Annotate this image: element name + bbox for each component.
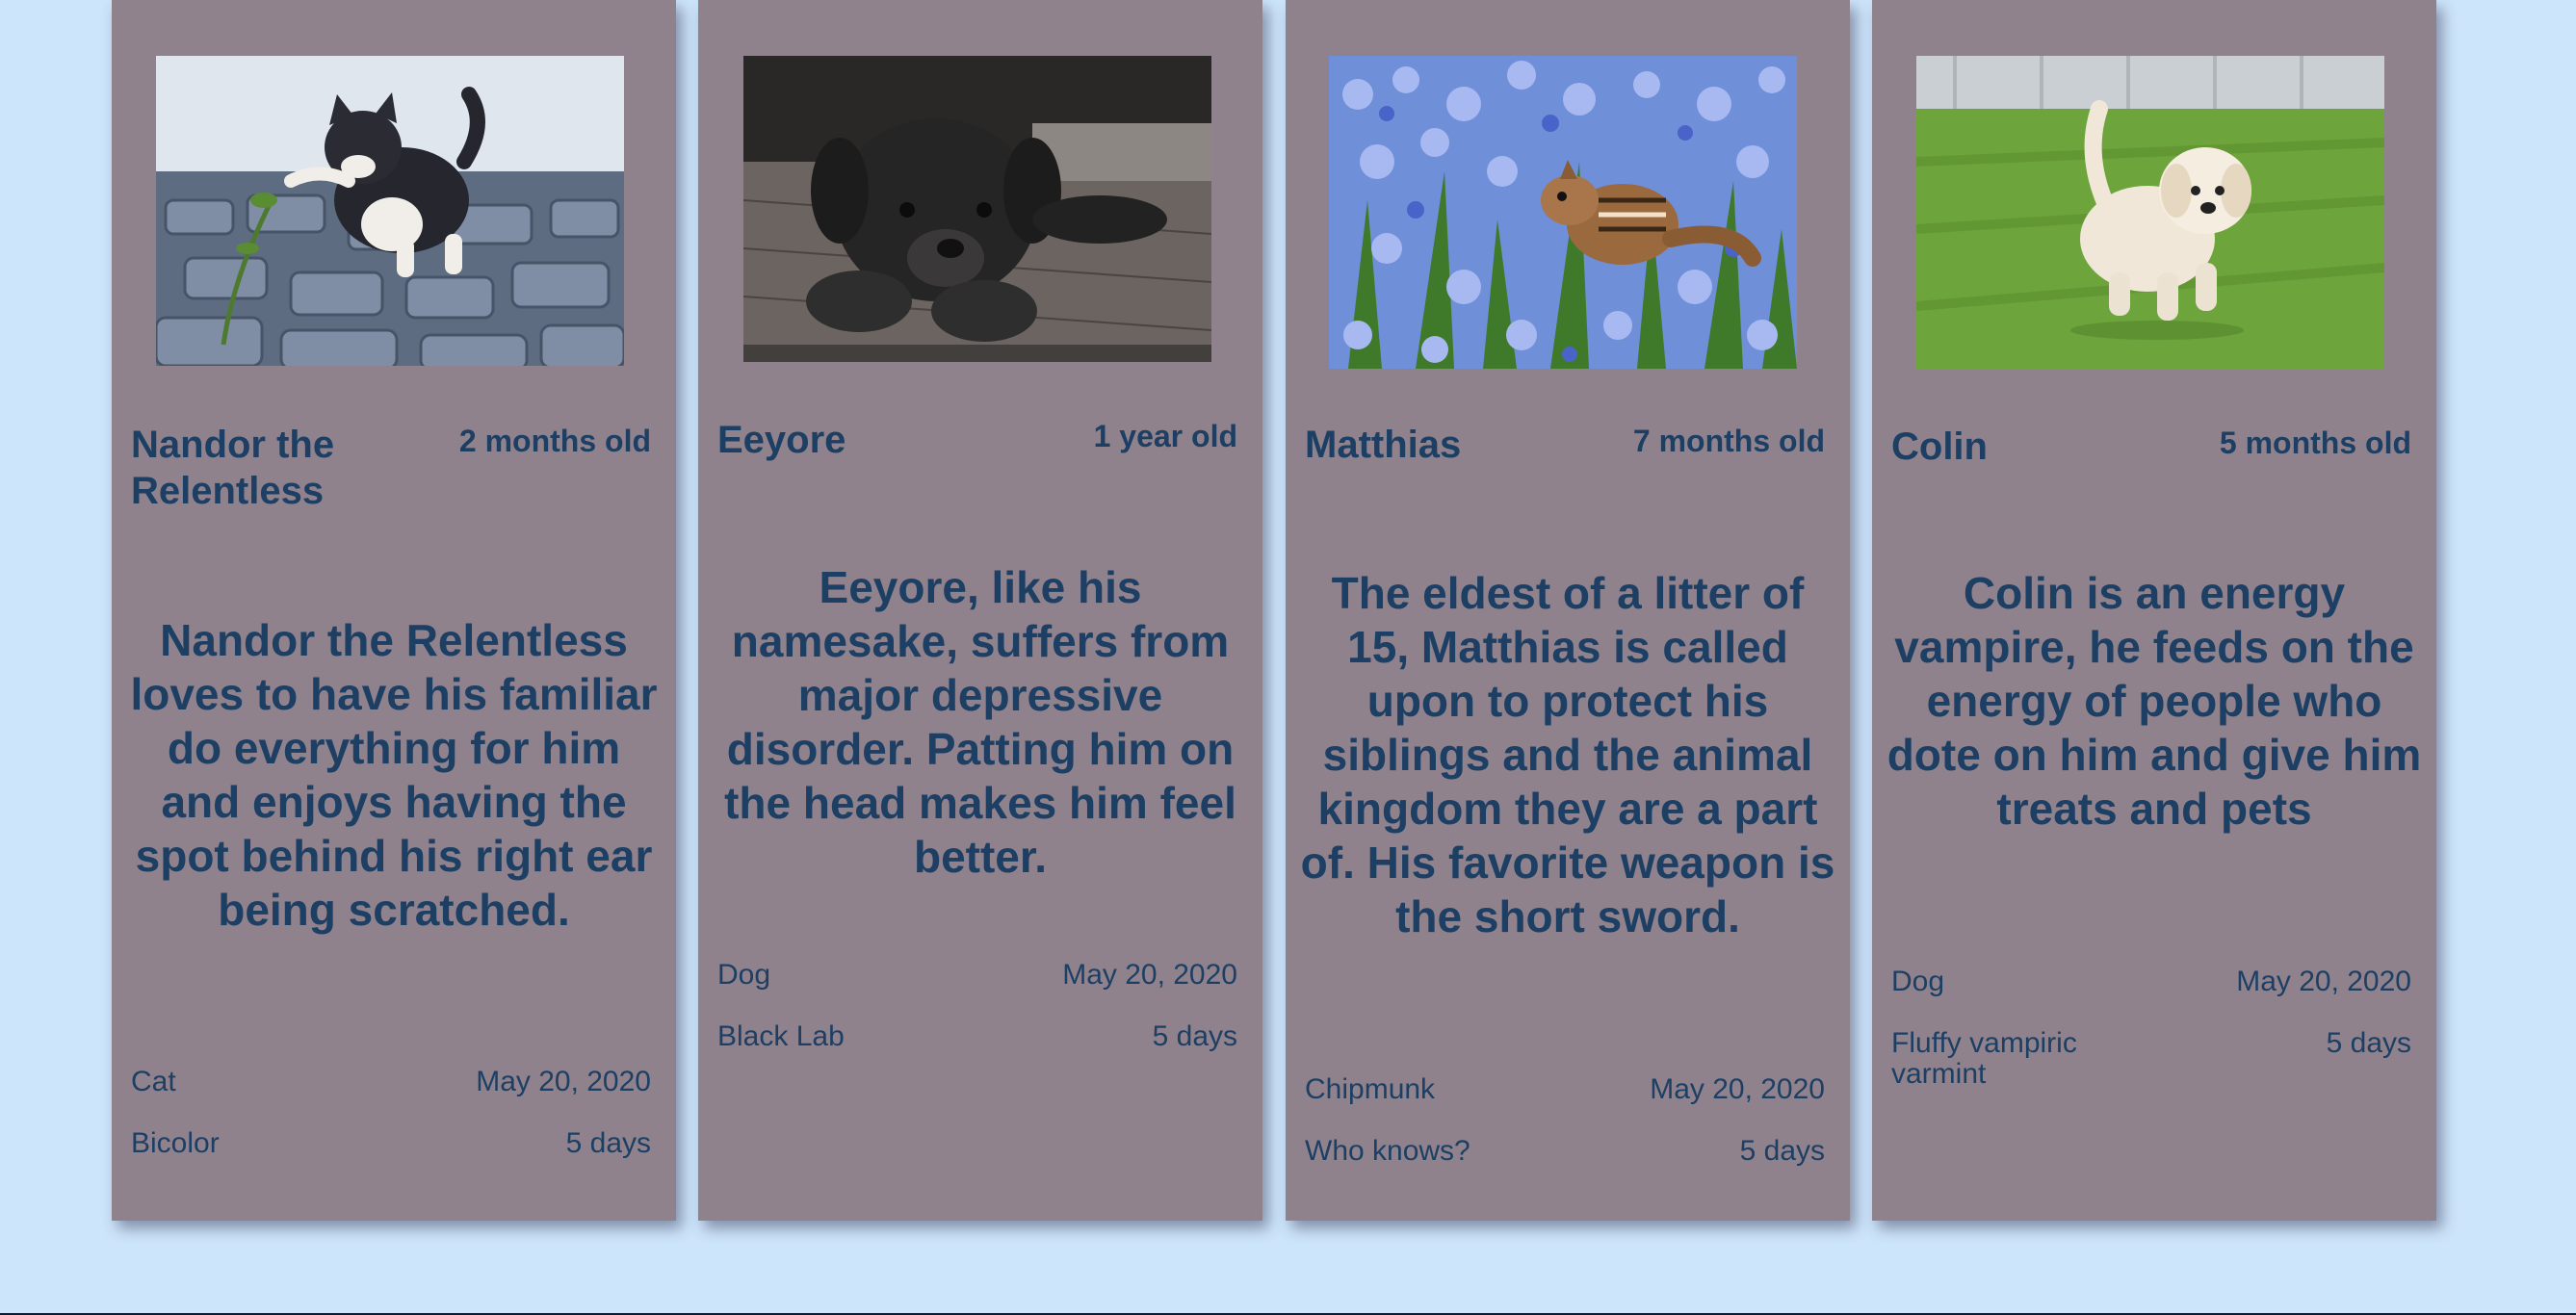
pet-species: Chipmunk [1305, 1073, 1436, 1105]
pet-breed: Bicolor [131, 1127, 220, 1159]
pet-info-row: Who knows? 5 days [1305, 1136, 1825, 1167]
pet-species: Cat [131, 1066, 176, 1097]
pet-breed: Black Lab [717, 1020, 845, 1052]
pet-info-row: Fluffy vampiric varmint 5 days [1891, 1028, 2411, 1090]
pet-age: 5 months old [2219, 425, 2411, 460]
pet-date: May 20, 2020 [476, 1066, 651, 1097]
pet-species: Dog [1891, 966, 1945, 997]
pet-photo [1916, 56, 2384, 369]
pet-date: May 20, 2020 [1062, 959, 1237, 991]
pet-header: Eeyore 1 year old [717, 417, 1237, 463]
pet-duration: 5 days [565, 1127, 651, 1159]
pet-card[interactable]: Eeyore 1 year old Eeyore, like his names… [698, 0, 1262, 1221]
pet-info-row: Bicolor 5 days [131, 1128, 651, 1159]
pet-photo [743, 56, 1211, 362]
pet-card[interactable]: Matthias 7 months old The eldest of a li… [1286, 0, 1850, 1221]
pet-info-row: Cat May 20, 2020 [131, 1067, 651, 1097]
pet-duration: 5 days [2326, 1027, 2411, 1059]
pet-info-row: Black Lab 5 days [717, 1021, 1237, 1052]
pet-age: 1 year old [1093, 419, 1237, 453]
pet-card[interactable]: Nandor the Relentless 2 months old Nando… [112, 0, 676, 1221]
pet-age: 7 months old [1632, 424, 1825, 458]
pet-name: Eeyore [717, 419, 846, 461]
pet-breed: Who knows? [1305, 1135, 1470, 1167]
pet-duration: 5 days [1739, 1135, 1825, 1167]
pet-species: Dog [717, 959, 771, 991]
pet-description: Colin is an energy vampire, he feeds on … [1886, 568, 2422, 834]
pet-name: Matthias [1305, 424, 1462, 466]
pet-photo [156, 56, 624, 366]
pet-name: Nandor the Relentless [131, 424, 335, 512]
pet-photo [1329, 56, 1797, 369]
pet-info-row: Dog May 20, 2020 [717, 960, 1237, 991]
pet-description: The eldest of a litter of 15, Matthias i… [1300, 568, 1835, 941]
pet-info-row: Dog May 20, 2020 [1891, 967, 2411, 997]
pet-date: May 20, 2020 [1650, 1073, 1825, 1105]
pet-duration: 5 days [1152, 1020, 1237, 1052]
pet-header: Matthias 7 months old [1305, 422, 1825, 468]
pet-card[interactable]: Colin 5 months old Colin is an energy va… [1872, 0, 2436, 1221]
pet-info-row: Chipmunk May 20, 2020 [1305, 1074, 1825, 1105]
pet-breed: Fluffy vampiric varmint [1891, 1027, 2077, 1090]
pet-description: Eeyore, like his namesake, suffers from … [724, 562, 1236, 882]
pet-description: Nandor the Relentless loves to have his … [130, 615, 658, 935]
pet-card-grid: Nandor the Relentless 2 months old Nando… [0, 0, 2576, 1315]
pet-name: Colin [1891, 425, 1988, 468]
pet-header: Colin 5 months old [1891, 424, 2411, 470]
pet-age: 2 months old [458, 424, 651, 458]
pet-header: Nandor the Relentless 2 months old [131, 422, 651, 514]
pet-date: May 20, 2020 [2236, 966, 2411, 997]
